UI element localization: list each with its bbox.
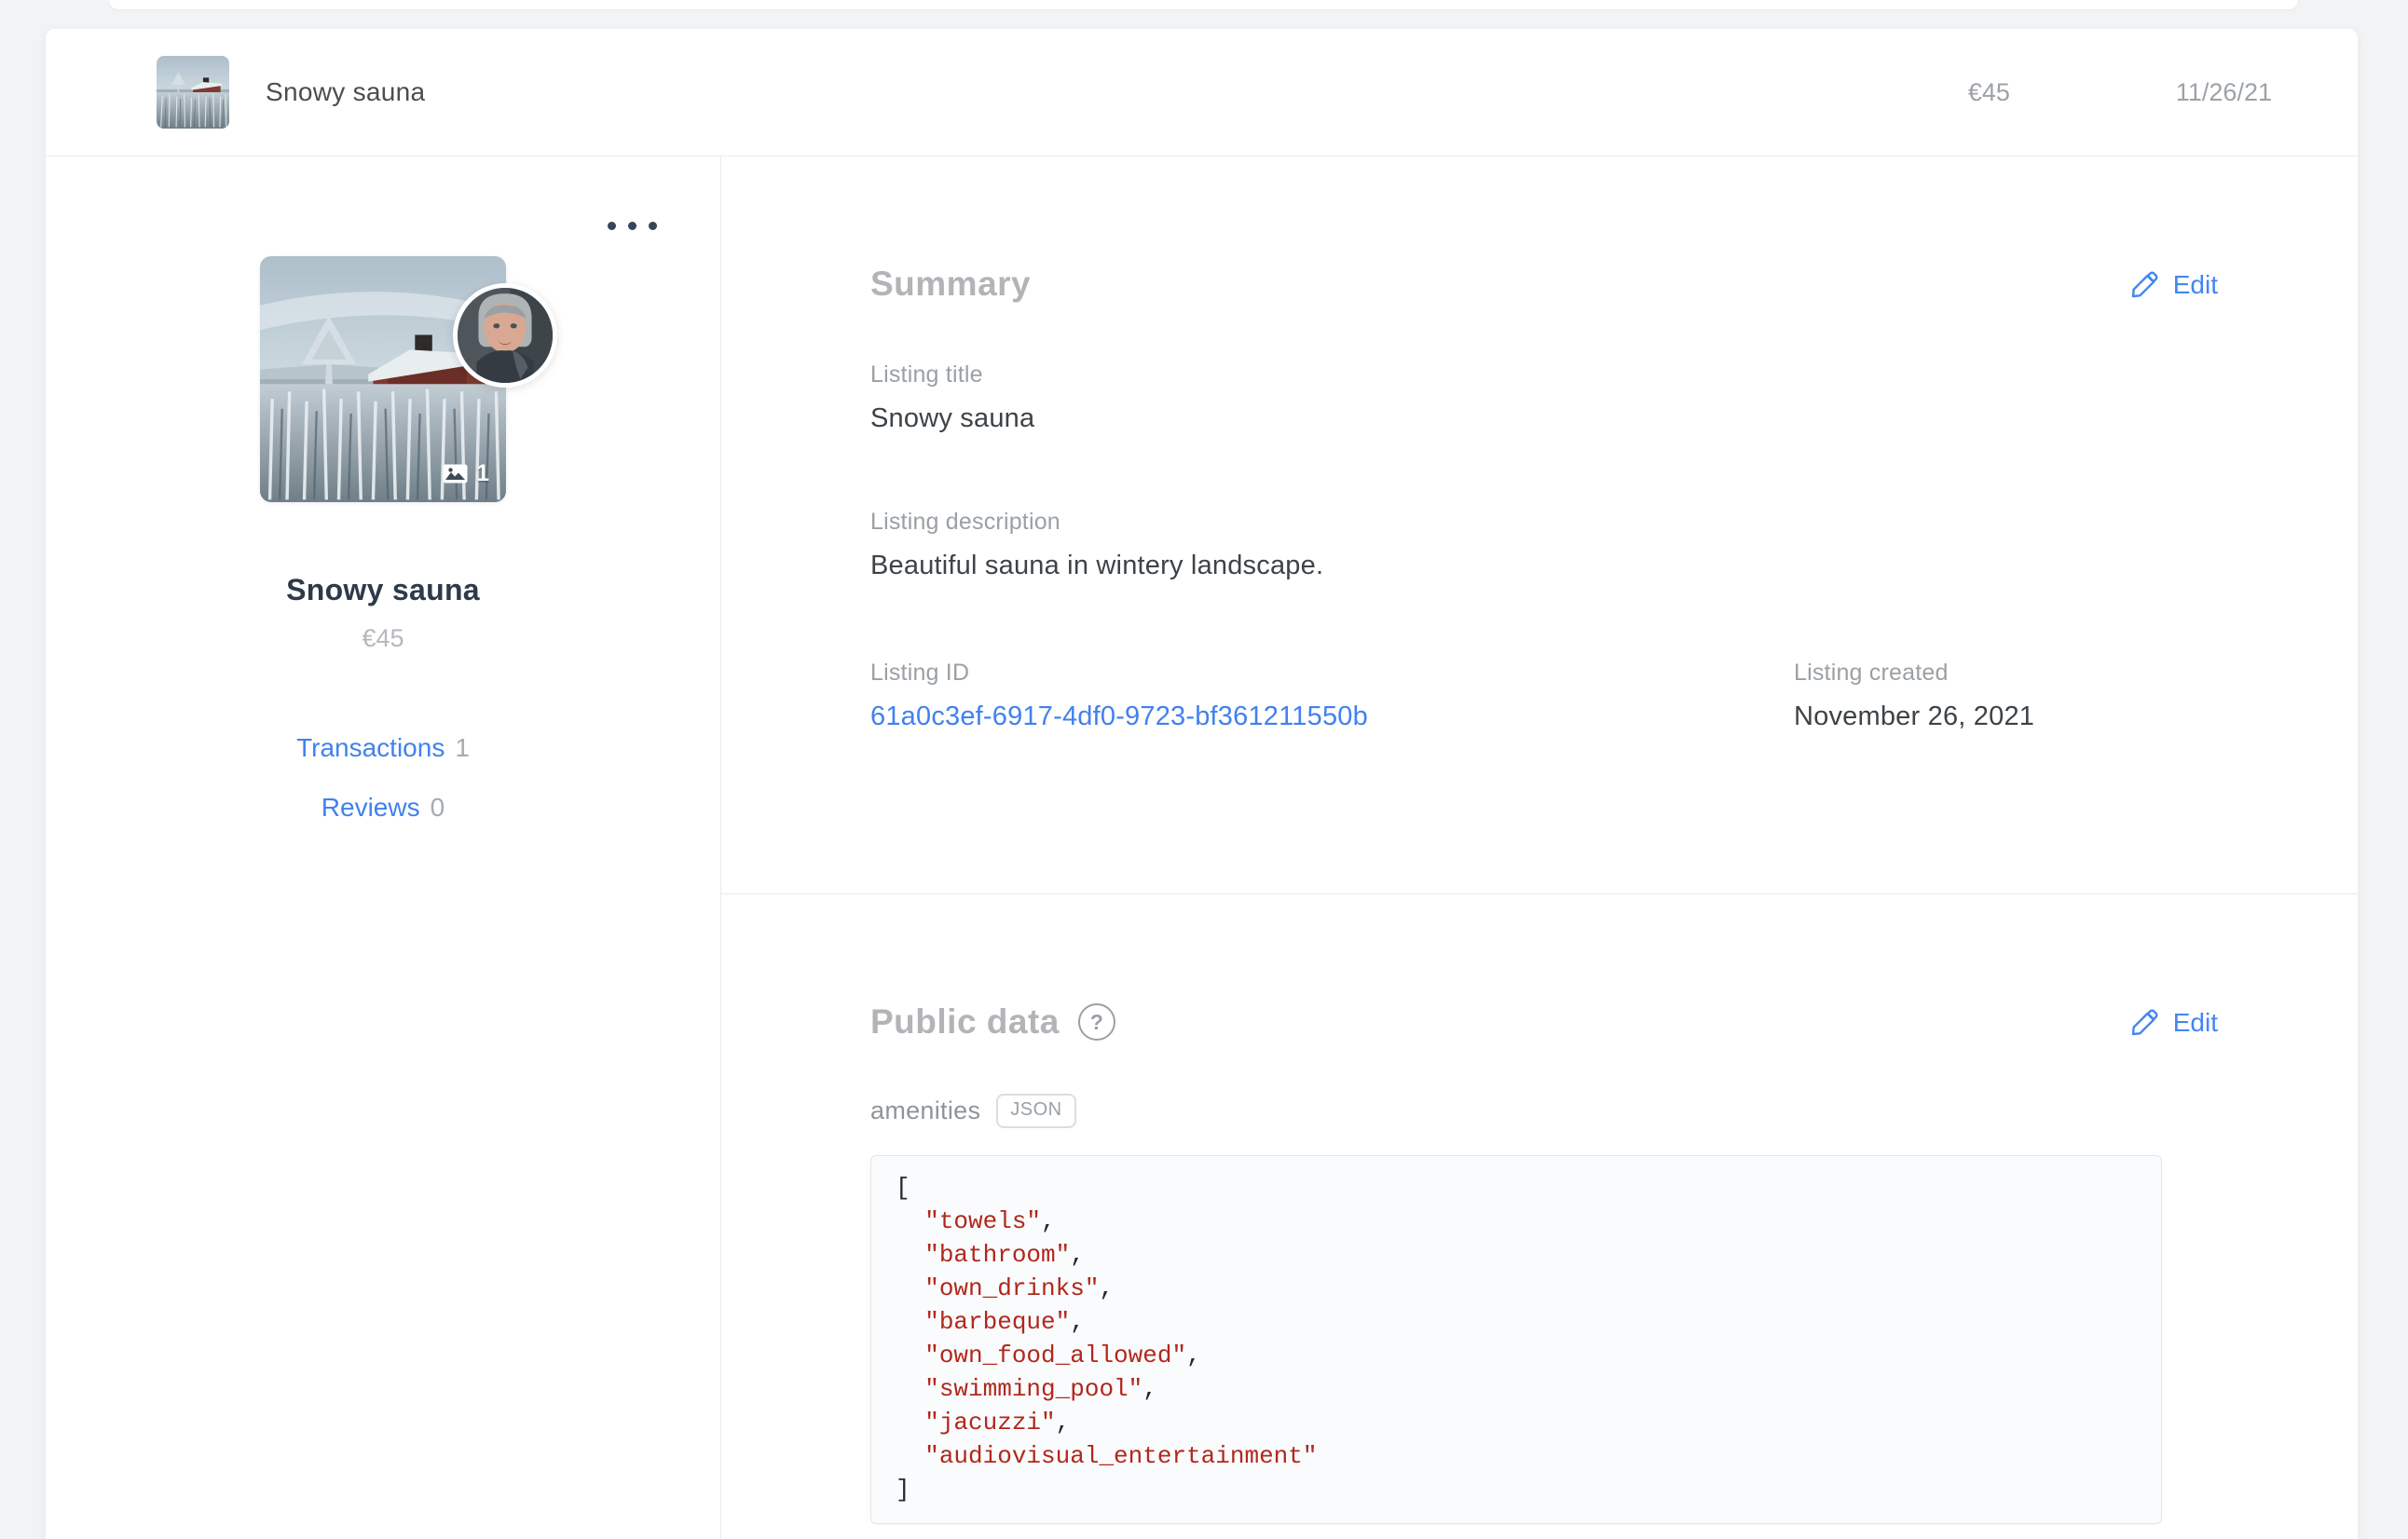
- listing-detail-screen: Snowy sauna €45 11/26/21 1 Snowy sauna €…: [0, 0, 2408, 1539]
- summary-edit-button[interactable]: Edit: [2129, 270, 2218, 300]
- ellipsis-menu-icon[interactable]: [602, 216, 663, 236]
- avatar-image: [458, 288, 553, 383]
- winter-scene-image: [157, 56, 229, 129]
- summary-edit-label: Edit: [2172, 270, 2218, 299]
- reviews-count: 0: [430, 793, 445, 822]
- photo-count-badge: 1: [443, 460, 489, 487]
- header-listing-price: €45: [1967, 77, 2010, 106]
- listing-body: 1 Snowy sauna €45 Transactions 1 Reviews 0: [46, 157, 2358, 1539]
- listing-photo-container: 1: [260, 256, 557, 502]
- transactions-link[interactable]: Transactions 1: [46, 733, 720, 763]
- listing-id-row: Listing ID 61a0c3ef-6917-4df0-9723-bf361…: [870, 660, 2218, 732]
- help-icon[interactable]: ?: [1077, 1003, 1115, 1041]
- sidebar-listing-price: €45: [362, 624, 404, 652]
- provider-avatar[interactable]: [453, 283, 557, 388]
- listing-created-value: November 26, 2021: [1794, 701, 2035, 731]
- amenities-field-header: amenities JSON: [870, 1094, 2218, 1128]
- transactions-link-label[interactable]: Transactions: [296, 733, 445, 762]
- public-data-edit-label: Edit: [2172, 1008, 2218, 1037]
- pencil-icon: [2131, 271, 2158, 298]
- listing-description-field: Listing description Beautiful sauna in w…: [870, 509, 2218, 581]
- listing-title-label: Listing title: [870, 361, 983, 388]
- listing-created-field: Listing created November 26, 2021: [1794, 660, 2034, 732]
- listing-main-panel: Summary Edit Listing title Snowy sauna L…: [721, 157, 2358, 1539]
- previous-row-remnant: [109, 0, 2298, 9]
- listing-title-value: Snowy sauna: [870, 403, 1035, 433]
- sidebar-listing-title: Snowy sauna: [286, 573, 480, 606]
- photo-count-value: 1: [476, 460, 489, 486]
- json-type-badge: JSON: [996, 1094, 1076, 1128]
- reviews-link[interactable]: Reviews 0: [46, 793, 720, 823]
- listing-thumbnail[interactable]: [157, 56, 229, 129]
- listing-id-label: Listing ID: [870, 660, 970, 686]
- listing-description-value: Beautiful sauna in wintery landscape.: [870, 551, 1324, 580]
- amenities-field-name: amenities: [870, 1096, 981, 1124]
- pencil-icon: [2131, 1009, 2158, 1036]
- listing-id-field: Listing ID 61a0c3ef-6917-4df0-9723-bf361…: [870, 660, 1794, 732]
- public-data-section: Public data ? Edit amenities JSON ["tow…: [721, 894, 2358, 1524]
- listing-header-row[interactable]: Snowy sauna €45 11/26/21: [46, 29, 2358, 157]
- listing-sidebar: 1 Snowy sauna €45 Transactions 1 Reviews 0: [46, 157, 721, 1539]
- header-listing-title: Snowy sauna: [266, 77, 426, 106]
- amenities-json-code: [ "towels", "bathroom", "own_drinks", "b…: [870, 1155, 2162, 1524]
- reviews-link-label[interactable]: Reviews: [322, 793, 420, 822]
- header-listing-date: 11/26/21: [2175, 77, 2272, 106]
- listing-description-label: Listing description: [870, 509, 1060, 535]
- public-data-heading: Public data: [870, 1002, 1060, 1041]
- listing-card: Snowy sauna €45 11/26/21 1 Snowy sauna €…: [46, 29, 2358, 1539]
- summary-section: Summary Edit Listing title Snowy sauna L…: [721, 157, 2358, 894]
- summary-heading: Summary: [870, 265, 1032, 303]
- public-data-edit-button[interactable]: Edit: [2129, 1008, 2218, 1038]
- transactions-count: 1: [455, 733, 470, 762]
- listing-created-label: Listing created: [1794, 660, 1949, 686]
- listing-id-value[interactable]: 61a0c3ef-6917-4df0-9723-bf361211550b: [870, 701, 1794, 732]
- listing-title-field: Listing title Snowy sauna: [870, 361, 2218, 434]
- image-icon: [443, 464, 468, 483]
- sidebar-links: Transactions 1 Reviews 0: [46, 733, 720, 823]
